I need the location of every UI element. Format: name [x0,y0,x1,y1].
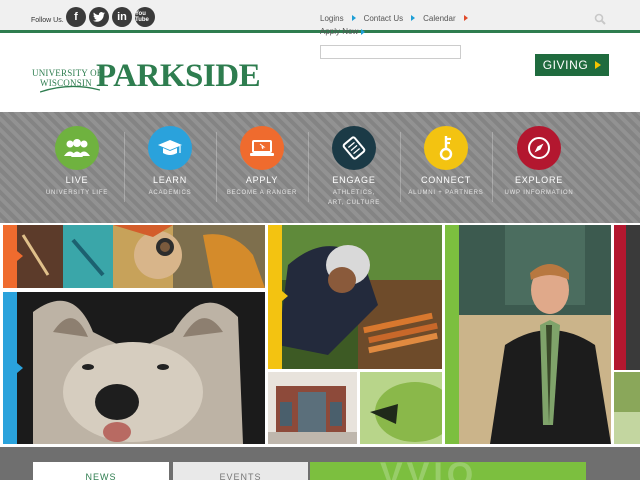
follow-us-label: Follow Us. [31,17,64,24]
facebook-icon[interactable]: f [66,7,86,27]
speaker-photo[interactable] [445,225,611,444]
giving-label: GIVING [542,58,589,72]
ticket-icon [332,126,376,170]
triangle-right-icon [17,251,23,261]
nav-engage-subtitle: ATHLETICS, ART, CULTURE [327,190,381,206]
blue-tab [3,292,17,444]
wolf-mask-photo[interactable] [3,292,265,444]
nav-explore[interactable]: EXPLORE UWP INFORMATION [493,126,585,198]
logo-wordmark: PARKSIDE [96,58,261,94]
nature-photo[interactable] [614,372,640,444]
giving-button[interactable]: GIVING [535,54,609,76]
nav-live-title: LIVE [65,175,89,185]
nav-engage-title: ENGAGE [332,175,376,185]
apply-now-link[interactable]: Apply Now [320,27,366,36]
campus-building-photo[interactable] [268,372,357,444]
nav-learn[interactable]: LEARN ACADEMICS [124,126,216,198]
nav-connect[interactable]: CONNECT ALUMNI + PARTNERS [400,126,492,198]
nav-live[interactable]: LIVE UNIVERSITY LIFE [31,126,123,198]
nav-connect-subtitle: ALUMNI + PARTNERS [408,190,484,196]
utility-links: Logins Contact Us Calendar [320,14,468,23]
logo-swoosh-icon [40,85,100,93]
green-tab [445,225,459,444]
triangle-right-icon [282,291,288,301]
nav-learn-title: LEARN [152,175,187,185]
logo-line-1: UNIVERSITY OF [32,68,103,78]
leaf-photo[interactable] [360,372,442,444]
triangle-right-icon [361,28,366,35]
tab-events[interactable]: EVENTS [173,462,308,480]
nav-live-subtitle: UNIVERSITY LIFE [45,190,109,196]
triangle-right-icon [463,15,468,22]
twitter-icon[interactable] [89,7,109,27]
search-icon[interactable] [594,13,606,25]
calendar-link[interactable]: Calendar [423,14,455,23]
side-photo[interactable] [614,225,640,370]
people-icon [55,126,99,170]
mural-photo[interactable] [3,225,265,288]
triangle-right-icon [17,363,23,373]
nav-engage[interactable]: ENGAGE ATHLETICS, ART, CULTURE [308,126,400,208]
graduation-cap-icon [148,126,192,170]
search-input[interactable] [320,45,461,59]
logins-link[interactable]: Logins [320,14,344,23]
contact-us-link[interactable]: Contact Us [364,14,404,23]
orange-tab [3,225,17,288]
nav-apply-subtitle: BECOME A RANGER [226,190,298,196]
main-navigation: LIVE UNIVERSITY LIFE LEARN ACADEMICS APP… [0,112,640,223]
promo-background-graphic: VVIO [380,462,477,480]
linkedin-icon[interactable]: in [112,7,132,27]
promo-banner[interactable]: VVIO [310,462,586,480]
nav-explore-subtitle: UWP INFORMATION [504,190,574,196]
nav-explore-title: EXPLORE [514,175,564,185]
news-events-section: NEWS EVENTS VVIO [0,447,640,480]
apply-now-label: Apply Now [320,27,359,36]
yellow-tab [268,225,282,369]
triangle-right-icon [351,15,356,22]
triangle-right-icon [411,15,416,22]
tab-news[interactable]: NEWS [33,462,169,480]
compass-icon [517,126,561,170]
laptop-icon [240,126,284,170]
youtube-icon[interactable]: You Tube [135,7,155,27]
nav-learn-subtitle: ACADEMICS [148,190,192,196]
key-icon [424,126,468,170]
nav-connect-title: CONNECT [420,175,472,185]
triangle-right-icon [595,61,602,69]
photo-mosaic [0,223,640,447]
field-research-photo[interactable] [268,225,442,369]
nav-apply[interactable]: APPLY BECOME A RANGER [216,126,308,198]
nav-apply-title: APPLY [245,175,279,185]
